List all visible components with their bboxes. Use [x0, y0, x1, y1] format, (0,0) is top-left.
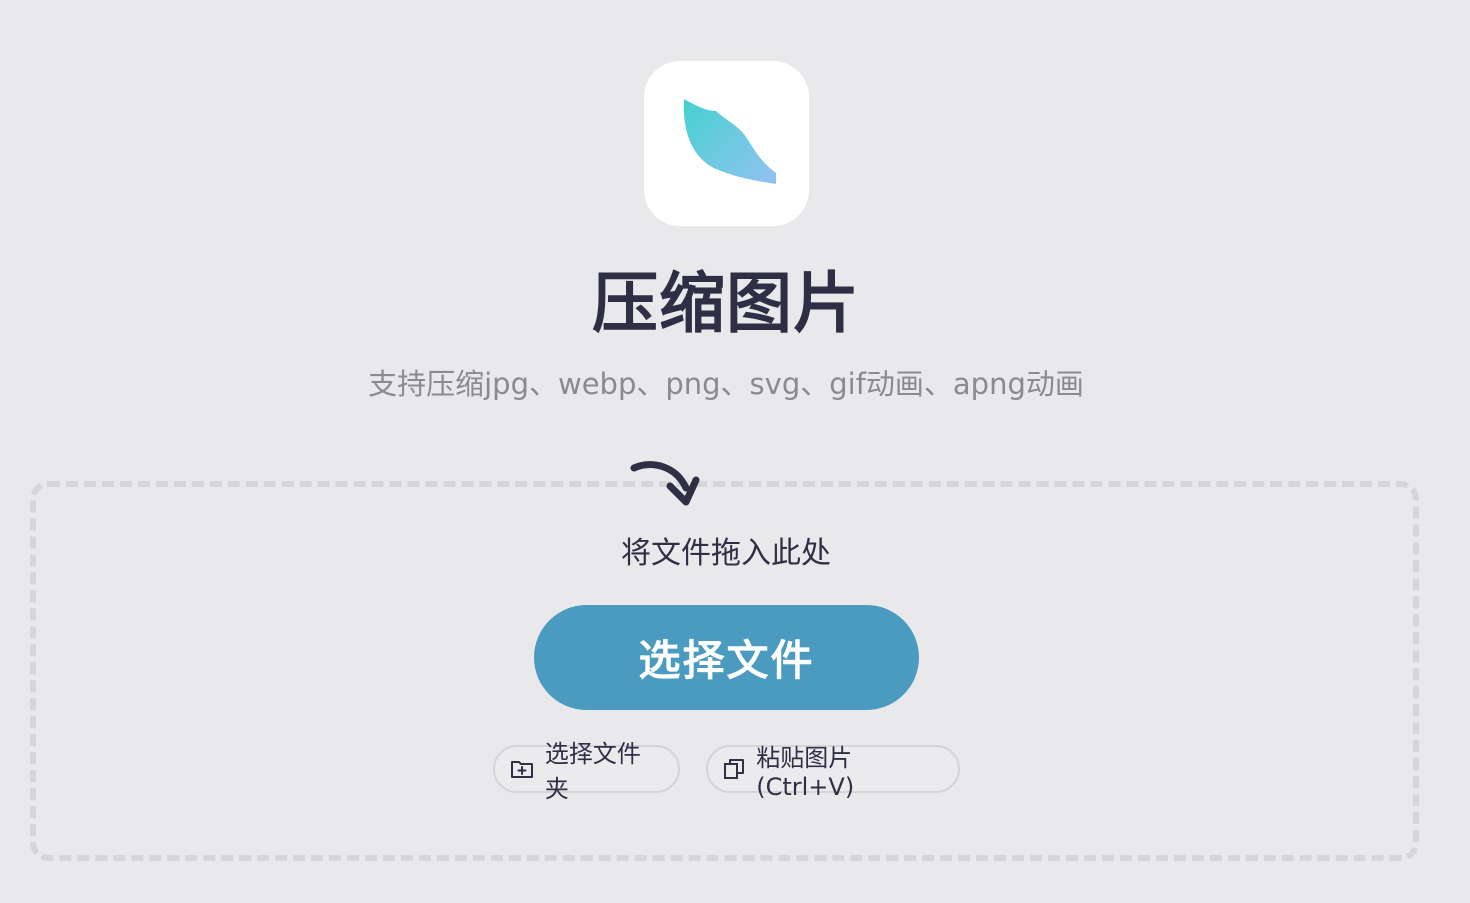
select-folder-label: 选择文件夹: [544, 740, 641, 803]
copy-icon: [722, 756, 746, 782]
page: 压缩图片 支持压缩jpg、webp、png、svg、gif动画、apng动画 将…: [0, 0, 1470, 903]
folder-add-icon: [509, 756, 535, 782]
select-file-button-label: 选择文件: [638, 636, 815, 685]
select-file-button[interactable]: 选择文件: [534, 605, 919, 710]
leaf-logo-icon: [644, 61, 809, 226]
curved-arrow-down-icon: [630, 458, 702, 512]
drop-hint: 将文件拖入此处: [621, 536, 831, 571]
select-folder-button[interactable]: 选择文件夹: [493, 740, 680, 803]
paste-image-label: 粘贴图片 (Ctrl+V): [756, 743, 855, 801]
page-title: 压缩图片: [592, 265, 860, 342]
paste-image-button[interactable]: 粘贴图片 (Ctrl+V): [706, 744, 960, 801]
page-subtitle: 支持压缩jpg、webp、png、svg、gif动画、apng动画: [368, 367, 1084, 401]
